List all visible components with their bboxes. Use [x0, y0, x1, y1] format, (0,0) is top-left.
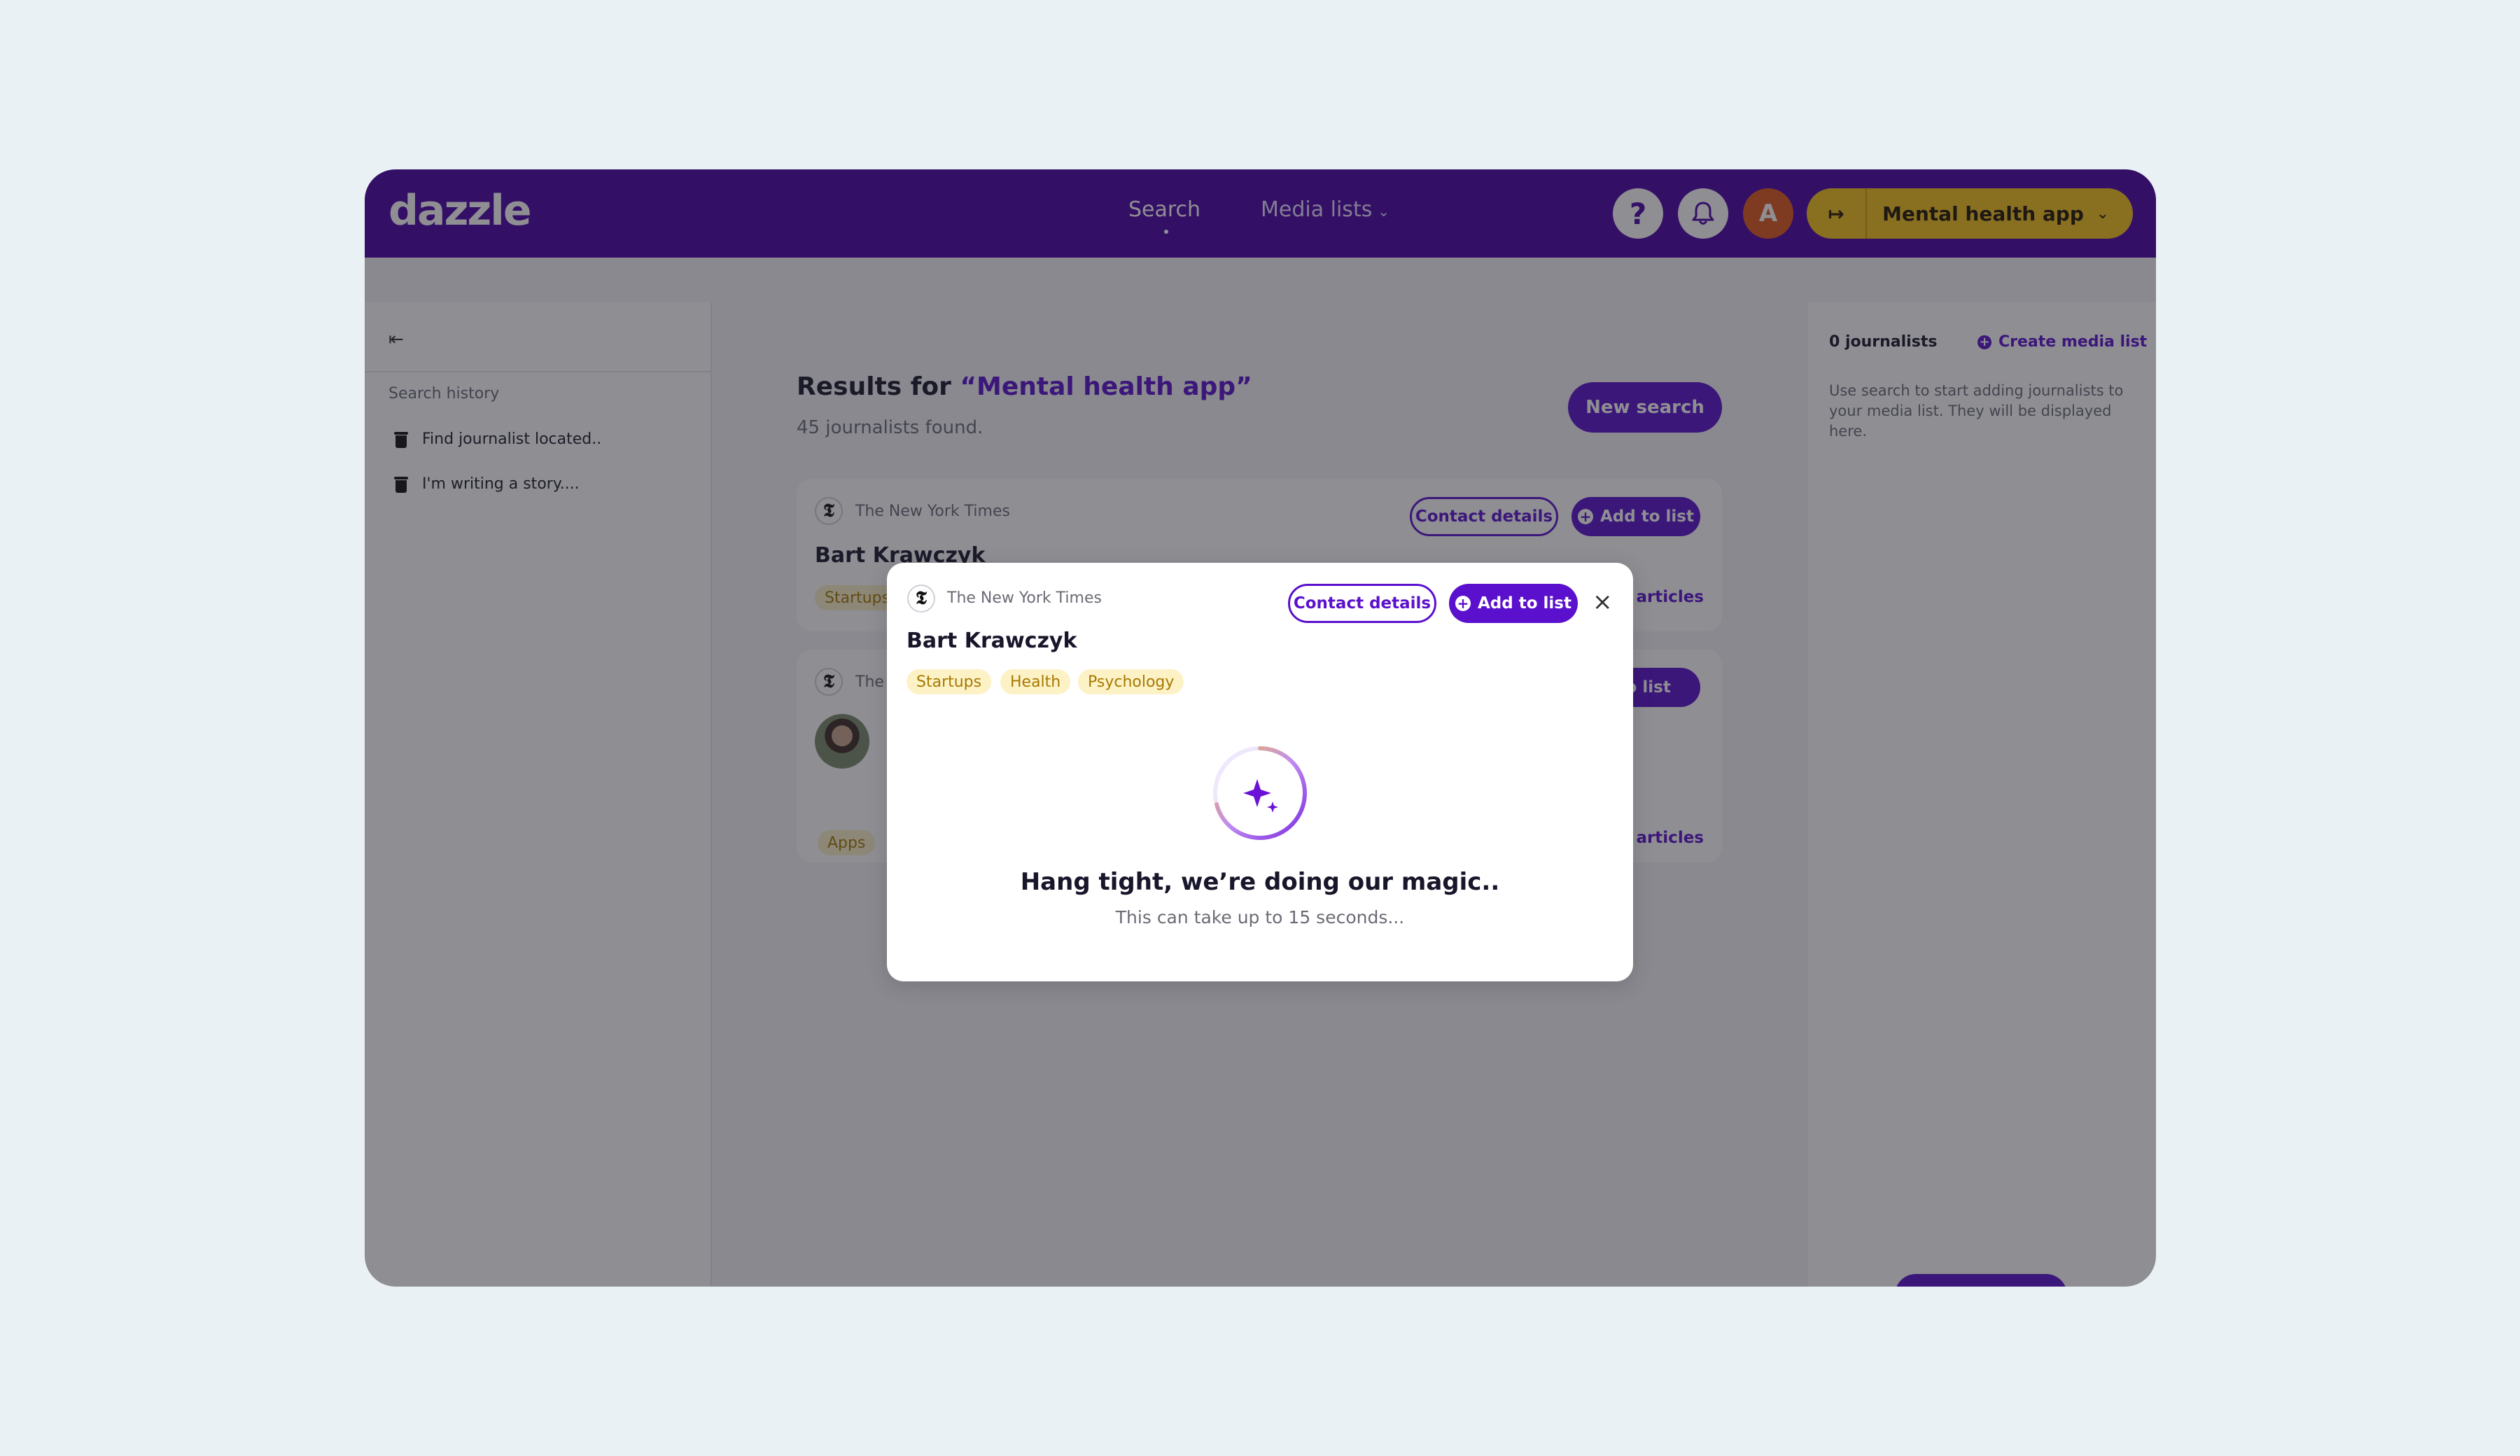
publication-name: The New York Times	[947, 589, 1102, 607]
add-to-list-button[interactable]: + Add to list	[1449, 584, 1578, 623]
journalist-detail-modal: 𝕿 The New York Times Bart Krawczyk Conta…	[887, 563, 1633, 981]
nyt-logo-icon: 𝕿	[907, 584, 935, 612]
close-icon[interactable]: ×	[1592, 588, 1613, 616]
add-to-list-label: Add to list	[1478, 594, 1572, 612]
journalist-name: Bart Krawczyk	[906, 629, 1077, 653]
topic-tag: Psychology	[1078, 669, 1184, 694]
loading-title: Hang tight, we’re doing our magic..	[1020, 868, 1500, 896]
plus-circle-icon: +	[1455, 596, 1471, 611]
loading-subtitle: This can take up to 15 seconds...	[1115, 907, 1405, 927]
topic-tag: Startups	[906, 669, 992, 694]
sparkle-spinner-icon	[1213, 746, 1307, 840]
topic-tag: Health	[1000, 669, 1071, 694]
contact-details-button[interactable]: Contact details	[1288, 584, 1436, 623]
